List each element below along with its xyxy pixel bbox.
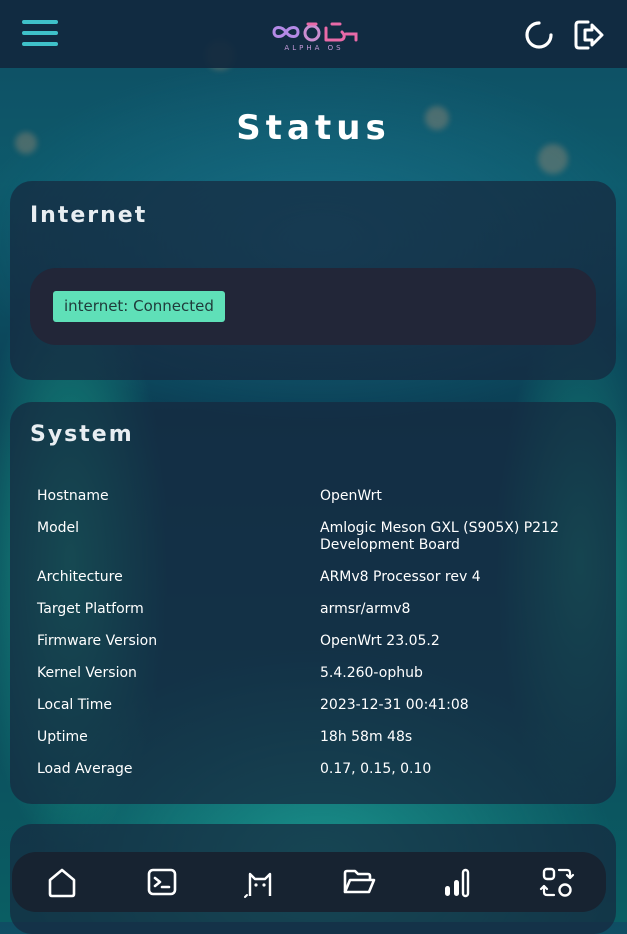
row-label: Model	[37, 520, 80, 536]
row-label: Load Average	[37, 761, 133, 777]
row-label: Local Time	[37, 697, 112, 713]
row-value: 18h 58m 48s	[320, 729, 413, 745]
terminal-icon[interactable]	[144, 864, 180, 900]
row-value: ARMv8 Processor rev 4	[320, 569, 481, 585]
refresh-icon[interactable]	[522, 18, 556, 52]
home-icon[interactable]	[44, 864, 80, 900]
row-value: armsr/armv8	[320, 601, 411, 617]
logo-mark	[272, 22, 358, 42]
background-bokeh	[538, 144, 568, 174]
row-label: Architecture	[37, 569, 123, 585]
row-label: Uptime	[37, 729, 88, 745]
logout-icon[interactable]	[572, 18, 606, 52]
row-value: OpenWrt 23.05.2	[320, 633, 440, 649]
row-label: Hostname	[37, 488, 109, 504]
row-value: 5.4.260-ophub	[320, 665, 423, 681]
page-title: Status	[236, 108, 391, 148]
swap-icon[interactable]	[539, 864, 575, 900]
row-label: Target Platform	[37, 601, 144, 617]
row-value: 0.17, 0.15, 0.10	[320, 761, 432, 777]
menu-icon[interactable]	[22, 20, 58, 48]
internet-card: Internet internet: Connected	[10, 181, 616, 380]
row-label: Firmware Version	[37, 633, 158, 649]
row-value: 2023-12-31 00:41:08	[320, 697, 469, 713]
internet-card-title: Internet	[30, 203, 148, 228]
folder-open-icon[interactable]	[341, 864, 377, 900]
cat-icon[interactable]	[242, 864, 278, 900]
system-card: System Hostname OpenWrt Model Amlogic Me…	[10, 402, 616, 804]
signal-bars-icon[interactable]	[440, 864, 476, 900]
internet-status-badge: internet: Connected	[53, 291, 225, 322]
row-label: Kernel Version	[37, 665, 137, 681]
system-card-title: System	[30, 422, 134, 447]
row-value: Amlogic Meson GXL (S905X) P212 Developme…	[320, 520, 559, 553]
top-bar: ALPHA OS	[0, 0, 627, 68]
row-value: OpenWrt	[320, 488, 382, 504]
logo-text: ALPHA OS	[284, 44, 344, 52]
bottom-nav	[12, 852, 606, 912]
internet-status-panel: internet: Connected	[30, 268, 596, 345]
app-logo: ALPHA OS	[268, 20, 360, 52]
